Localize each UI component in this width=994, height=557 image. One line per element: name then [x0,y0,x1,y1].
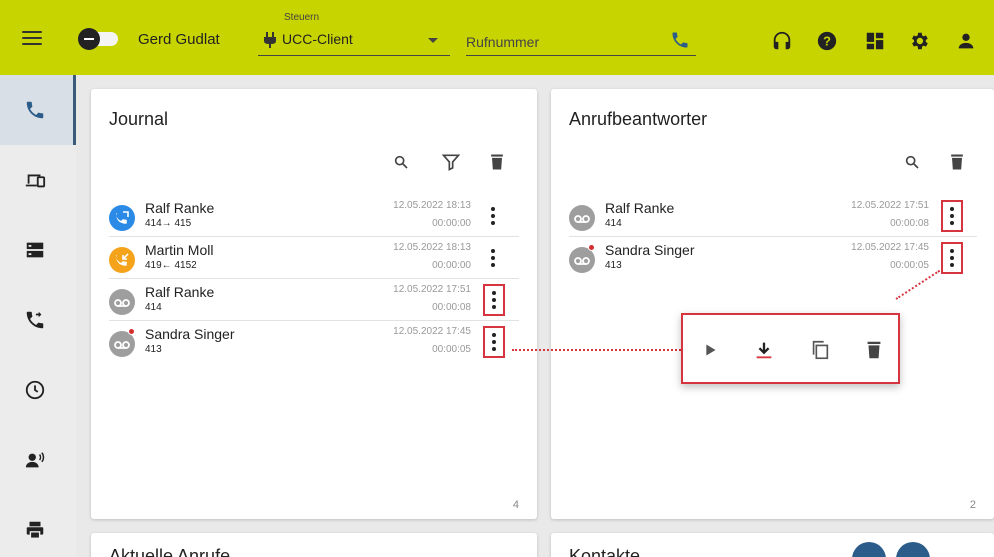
number-input[interactable] [466,32,656,52]
caller-number: 413 [605,260,622,271]
answering-machine-count: 2 [969,499,976,511]
presence-toggle[interactable] [78,28,118,50]
more-vert-icon[interactable] [485,246,501,270]
server-icon [26,242,44,258]
sidebar-item-phone[interactable] [0,75,76,145]
dashboard-icon[interactable] [864,30,886,52]
call-duration: 00:00:08 [890,218,929,229]
voicemail-icon [109,289,135,315]
caller-number: 419← 4152 [145,260,197,271]
call-duration: 00:00:00 [432,218,471,229]
number-field [466,28,696,56]
toggle-knob [78,28,100,50]
delete-icon[interactable] [487,152,507,172]
caller-number: 414 [605,218,622,229]
journal-title: Journal [109,109,169,129]
delete-icon[interactable] [947,152,967,172]
contacts-title: Kontakte [569,546,641,557]
caller-name: Martin Moll [145,242,214,258]
delete-icon[interactable] [863,339,885,361]
voicemail-row[interactable]: Sandra Singer 413 12.05.2022 17:45 00:00… [569,237,977,279]
call-duration: 00:00:05 [432,344,471,355]
call-date: 12.05.2022 17:51 [393,284,471,295]
voicemail-actions-popup [681,313,900,384]
settings-icon[interactable] [908,30,930,52]
more-vert-icon[interactable] [485,204,501,228]
call-duration: 00:00:08 [432,302,471,313]
search-icon[interactable] [393,154,409,170]
sidebar-item-server[interactable] [0,215,76,285]
call-date: 12.05.2022 18:13 [393,242,471,253]
sidebar-item-history[interactable] [0,355,76,425]
user-name: Gerd Gudlat [138,31,220,48]
new-message-dot [128,328,135,335]
journal-row[interactable]: Martin Moll 419← 4152 12.05.2022 18:13 0… [109,237,519,279]
filter-icon[interactable] [441,152,461,172]
current-calls-title: Aktuelle Anrufe [109,546,231,557]
more-vert-icon[interactable] [941,200,963,232]
new-message-dot [588,244,595,251]
caller-name: Sandra Singer [605,242,695,258]
top-bar: Gerd Gudlat Steuern UCC-Client ? [0,0,994,75]
devices-icon [25,174,46,188]
call-date: 12.05.2022 18:13 [393,200,471,211]
caller-name: Ralf Ranke [145,284,215,300]
voicemail-row[interactable]: Ralf Ranke 414 12.05.2022 17:51 00:00:08 [569,195,977,237]
plug-icon [264,32,276,48]
chevron-down-icon [428,38,438,43]
sidebar-item-devices[interactable] [0,145,76,215]
caller-name: Ralf Ranke [605,200,675,216]
call-duration: 00:00:00 [432,260,471,271]
caller-name: Sandra Singer [145,326,235,342]
answering-machine-title: Anrufbeantworter [569,109,708,129]
sidebar-item-call-forward[interactable] [0,285,76,355]
sidebar-item-voice[interactable] [0,425,76,495]
control-label: Steuern [284,12,320,23]
caller-number: 414 [145,302,162,313]
call-date: 12.05.2022 17:45 [851,242,929,253]
journal-row[interactable]: Sandra Singer 413 12.05.2022 17:45 00:00… [109,321,519,363]
headset-icon[interactable] [771,30,793,52]
connector-line [512,349,681,351]
sidebar [0,75,76,557]
svg-text:?: ? [823,34,831,49]
download-icon[interactable] [753,339,775,361]
sidebar-item-printer[interactable] [0,495,76,557]
voice-icon [25,452,45,468]
call-icon[interactable] [670,30,690,50]
caller-number: 413 [145,344,162,355]
play-icon[interactable] [699,339,721,361]
call-date: 12.05.2022 17:51 [851,200,929,211]
user-icon[interactable] [955,30,977,52]
call-duration: 00:00:05 [890,260,929,271]
printer-icon [26,521,44,539]
help-icon[interactable]: ? [816,30,838,52]
client-value: UCC-Client [282,31,353,47]
voicemail-icon [569,205,595,231]
journal-card: Journal Ralf Ranke 414→ 415 12.05.2022 1… [91,89,537,519]
more-vert-icon[interactable] [483,326,505,358]
more-vert-icon[interactable] [941,242,963,274]
hamburger-icon[interactable] [22,31,42,45]
incoming-call-icon [109,247,135,273]
answering-machine-card: Anrufbeantworter Ralf Ranke 414 12.05.20… [551,89,994,519]
more-vert-icon[interactable] [483,284,505,316]
phone-icon [26,101,44,119]
call-date: 12.05.2022 17:45 [393,326,471,337]
call-forward-icon [26,311,44,329]
history-icon [25,380,45,400]
outgoing-call-icon [109,205,135,231]
journal-row[interactable]: Ralf Ranke 414→ 415 12.05.2022 18:13 00:… [109,195,519,237]
journal-row[interactable]: Ralf Ranke 414 12.05.2022 17:51 00:00:08 [109,279,519,321]
caller-number: 414→ 415 [145,218,192,229]
caller-name: Ralf Ranke [145,200,215,216]
journal-count: 4 [512,499,519,511]
search-icon[interactable] [904,154,920,170]
client-select[interactable]: UCC-Client [258,28,450,56]
copy-icon[interactable] [809,339,831,361]
